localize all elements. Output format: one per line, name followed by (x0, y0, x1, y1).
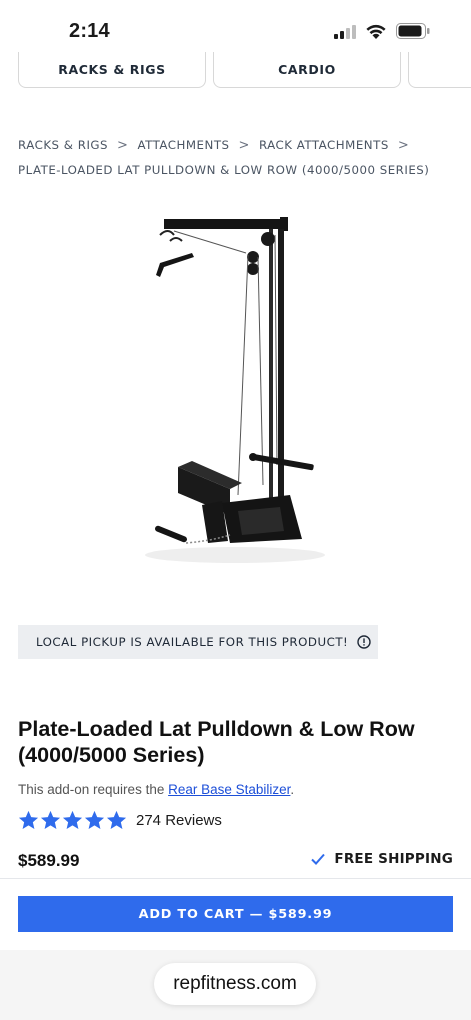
battery-icon (396, 23, 430, 39)
category-tabs: RACKS & RIGS CARDIO (0, 52, 471, 90)
breadcrumb-current-product: PLATE-LOADED LAT PULLDOWN & LOW ROW (400… (18, 163, 430, 177)
status-bar: 2:14 (0, 0, 471, 60)
local-pickup-banner: LOCAL PICKUP IS AVAILABLE FOR THIS PRODU… (18, 625, 378, 659)
rear-base-stabilizer-link[interactable]: Rear Base Stabilizer (168, 782, 290, 797)
product-price: $589.99 (18, 851, 80, 870)
category-tab-next[interactable] (408, 52, 471, 88)
addon-suffix: . (290, 782, 295, 797)
star-icon (62, 810, 83, 829)
category-tab-cardio[interactable]: CARDIO (213, 52, 401, 88)
product-rating[interactable]: 274 Reviews (18, 809, 222, 831)
free-shipping: FREE SHIPPING (310, 851, 453, 867)
cellular-signal-icon (334, 25, 360, 39)
local-pickup-text: LOCAL PICKUP IS AVAILABLE FOR THIS PRODU… (36, 635, 349, 649)
breadcrumb-racks-rigs[interactable]: RACKS & RIGS (18, 138, 108, 152)
url-bar[interactable]: repfitness.com (154, 963, 316, 1005)
star-icon (84, 810, 105, 829)
breadcrumb-attachments[interactable]: ATTACHMENTS (137, 138, 229, 152)
breadcrumb: RACKS & RIGS > ATTACHMENTS > RACK ATTACHMENT… (18, 133, 458, 182)
free-shipping-label: FREE SHIPPING (334, 851, 453, 867)
addon-note: This add-on requires the Rear Base Stabi… (18, 782, 294, 797)
status-time: 2:14 (69, 20, 110, 42)
product-image[interactable] (130, 205, 340, 575)
breadcrumb-rack-attachments[interactable]: RACK ATTACHMENTS (259, 138, 389, 152)
star-rating (18, 810, 128, 830)
category-tab-racks[interactable]: RACKS & RIGS (18, 52, 206, 88)
star-icon (40, 810, 61, 829)
product-title: Plate-Loaded Lat Pulldown & Low Row (400… (18, 717, 415, 767)
star-icon (18, 810, 39, 829)
chevron-right-icon: > (238, 138, 250, 153)
chevron-right-icon: > (397, 138, 410, 153)
add-to-cart-button[interactable]: ADD TO CART — $589.99 (18, 896, 453, 932)
star-icon (106, 810, 127, 829)
chevron-right-icon: > (117, 138, 129, 153)
info-icon[interactable] (357, 635, 371, 649)
wifi-icon (366, 24, 386, 39)
checkmark-icon (311, 853, 326, 865)
addon-prefix: This add-on requires the (18, 782, 169, 797)
review-count[interactable]: 274 Reviews (136, 812, 222, 829)
